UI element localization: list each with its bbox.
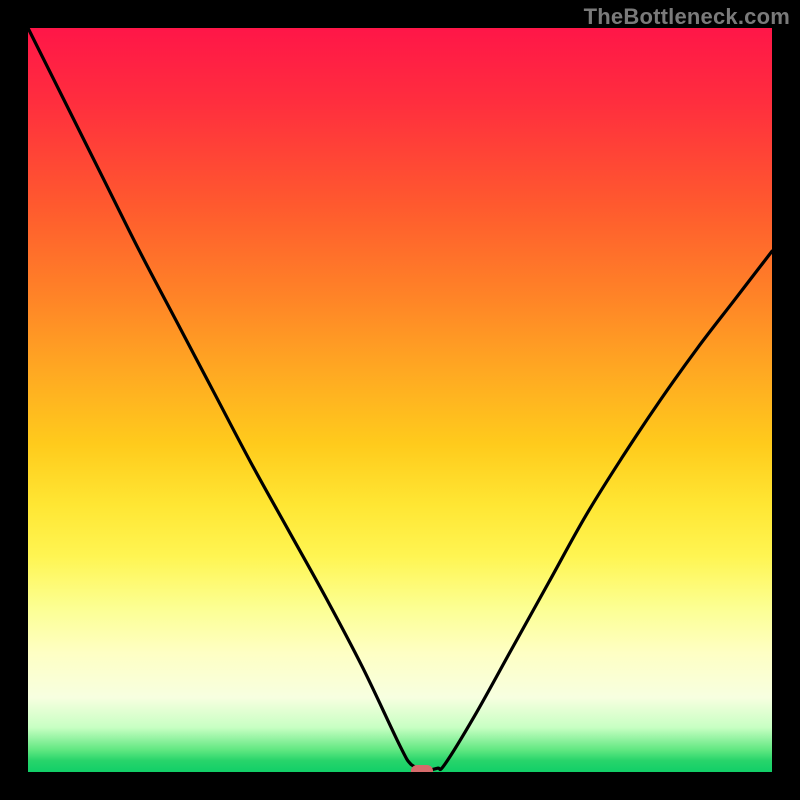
chart-frame: TheBottleneck.com <box>0 0 800 800</box>
minimum-marker <box>411 765 433 772</box>
plot-area <box>28 28 772 772</box>
watermark-text: TheBottleneck.com <box>584 4 790 30</box>
curve-svg <box>28 28 772 772</box>
bottleneck-curve <box>28 28 772 772</box>
